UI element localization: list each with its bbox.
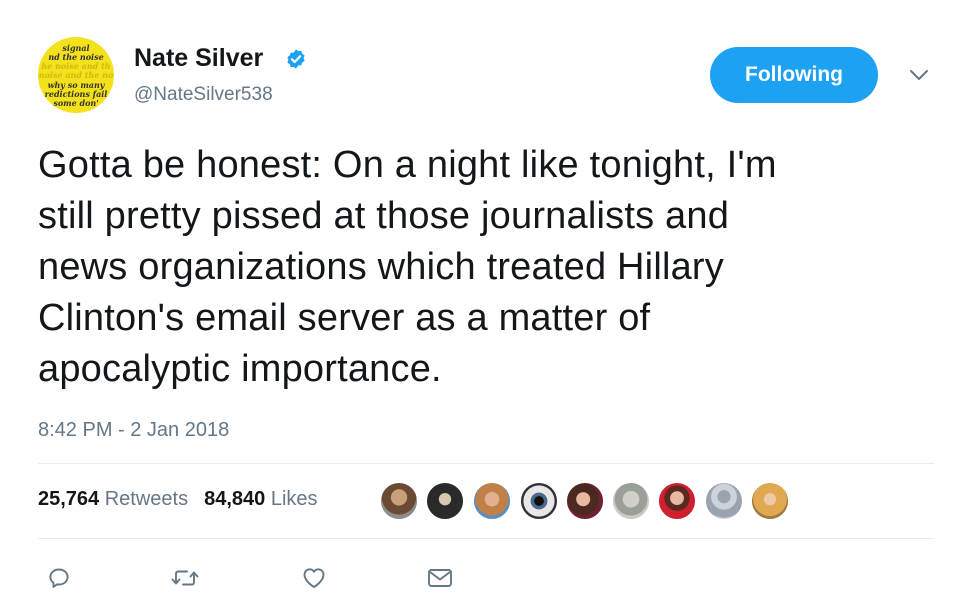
tweet-text: Gotta be honest: On a night like tonight… [38,140,938,395]
like-button[interactable] [299,563,329,593]
liker-avatar[interactable] [751,482,789,520]
author-display-name[interactable]: Nate Silver [134,44,263,73]
liker-avatar[interactable] [566,482,604,520]
avatar-text: signal [62,43,90,53]
chevron-down-icon [910,70,928,80]
tweet-text-line: news organizations which treated Hillary [38,246,724,288]
avatar-text: why so many [47,80,105,90]
author-handle[interactable]: @NateSilver538 [134,84,273,106]
retweet-button[interactable] [170,563,200,593]
liker-avatar[interactable] [473,482,511,520]
tweet-text-line: Clinton's email server as a matter of [38,297,651,339]
author-avatar[interactable]: signal nd the noise he noise and th nois… [38,37,114,113]
avatar-text: some don' [53,98,99,108]
divider [38,463,934,464]
liker-avatar[interactable] [705,482,743,520]
liker-avatar[interactable] [380,482,418,520]
divider [38,538,934,539]
tweet-card: signal nd the noise he noise and th nois… [0,0,980,612]
tweet-menu-caret[interactable] [906,64,932,86]
direct-message-icon [428,569,452,587]
likes-label: Likes [270,488,318,510]
likes-stat[interactable]: 84,840 Likes [204,488,317,510]
following-button[interactable]: Following [710,47,878,103]
avatar-text: nd the noise [48,52,104,62]
verified-badge-icon [287,49,305,69]
tweet-text-line: still pretty pissed at those journalists… [38,195,730,237]
avatar-text: redictions fail [44,89,108,99]
avatar-text: he noise and th [41,61,111,71]
like-icon [303,568,325,588]
tweet-timestamp[interactable]: 8:42 PM - 2 Jan 2018 [38,419,229,442]
liker-avatar[interactable] [520,482,558,520]
reply-button[interactable] [44,563,74,593]
liker-avatar[interactable] [658,482,696,520]
liker-avatar[interactable] [426,482,464,520]
avatar-text: noise and the no [38,70,114,80]
tweet-text-line: Gotta be honest: On a night like tonight… [38,144,777,186]
retweets-stat[interactable]: 25,764 Retweets [38,488,188,510]
liker-avatars [360,482,800,520]
retweets-count: 25,764 [38,488,100,510]
direct-message-button[interactable] [425,563,455,593]
likes-count: 84,840 [204,488,266,510]
liker-avatar[interactable] [612,482,650,520]
reply-icon [49,568,69,588]
tweet-stats: 25,764 Retweets 84,840 Likes [38,488,318,511]
tweet-text-line: apocalyptic importance. [38,348,442,390]
retweets-label: Retweets [104,488,189,510]
retweet-icon [171,570,199,586]
